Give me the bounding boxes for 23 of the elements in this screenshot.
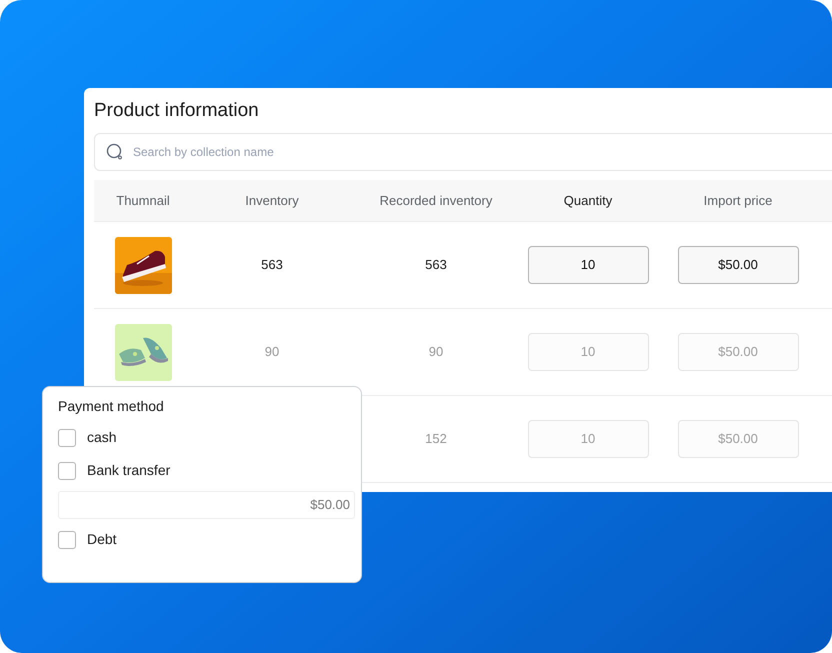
- table-cell-text: 563: [425, 256, 447, 274]
- table-cell-text: 152: [425, 430, 447, 448]
- column-header: Recorded inventory: [380, 192, 492, 210]
- column-header: Thumnail: [116, 192, 170, 210]
- checkbox[interactable]: [58, 462, 76, 480]
- checkbox[interactable]: [58, 530, 76, 548]
- table-cell-text: 563: [261, 256, 283, 274]
- popup-title: Payment method: [58, 397, 164, 416]
- option-label: Debt: [87, 530, 117, 549]
- table-cell-text: 90: [264, 343, 280, 362]
- panel-title: Product information: [94, 99, 259, 123]
- checkbox[interactable]: [58, 428, 76, 446]
- column-header: Inventory: [245, 192, 299, 210]
- search-field[interactable]: Search by collection name: [94, 133, 832, 171]
- table-cell-text: 90: [428, 343, 444, 362]
- option-label: cash: [87, 428, 117, 447]
- column-header: Import price: [704, 192, 772, 210]
- quantity-field[interactable]: 10: [528, 246, 648, 284]
- option-label: Bank transfer: [87, 461, 170, 480]
- column-header: Quantity: [564, 192, 612, 210]
- amount-field[interactable]: $50.00: [58, 491, 355, 519]
- price-field[interactable]: $50.00: [678, 246, 798, 284]
- search-icon: [106, 143, 124, 161]
